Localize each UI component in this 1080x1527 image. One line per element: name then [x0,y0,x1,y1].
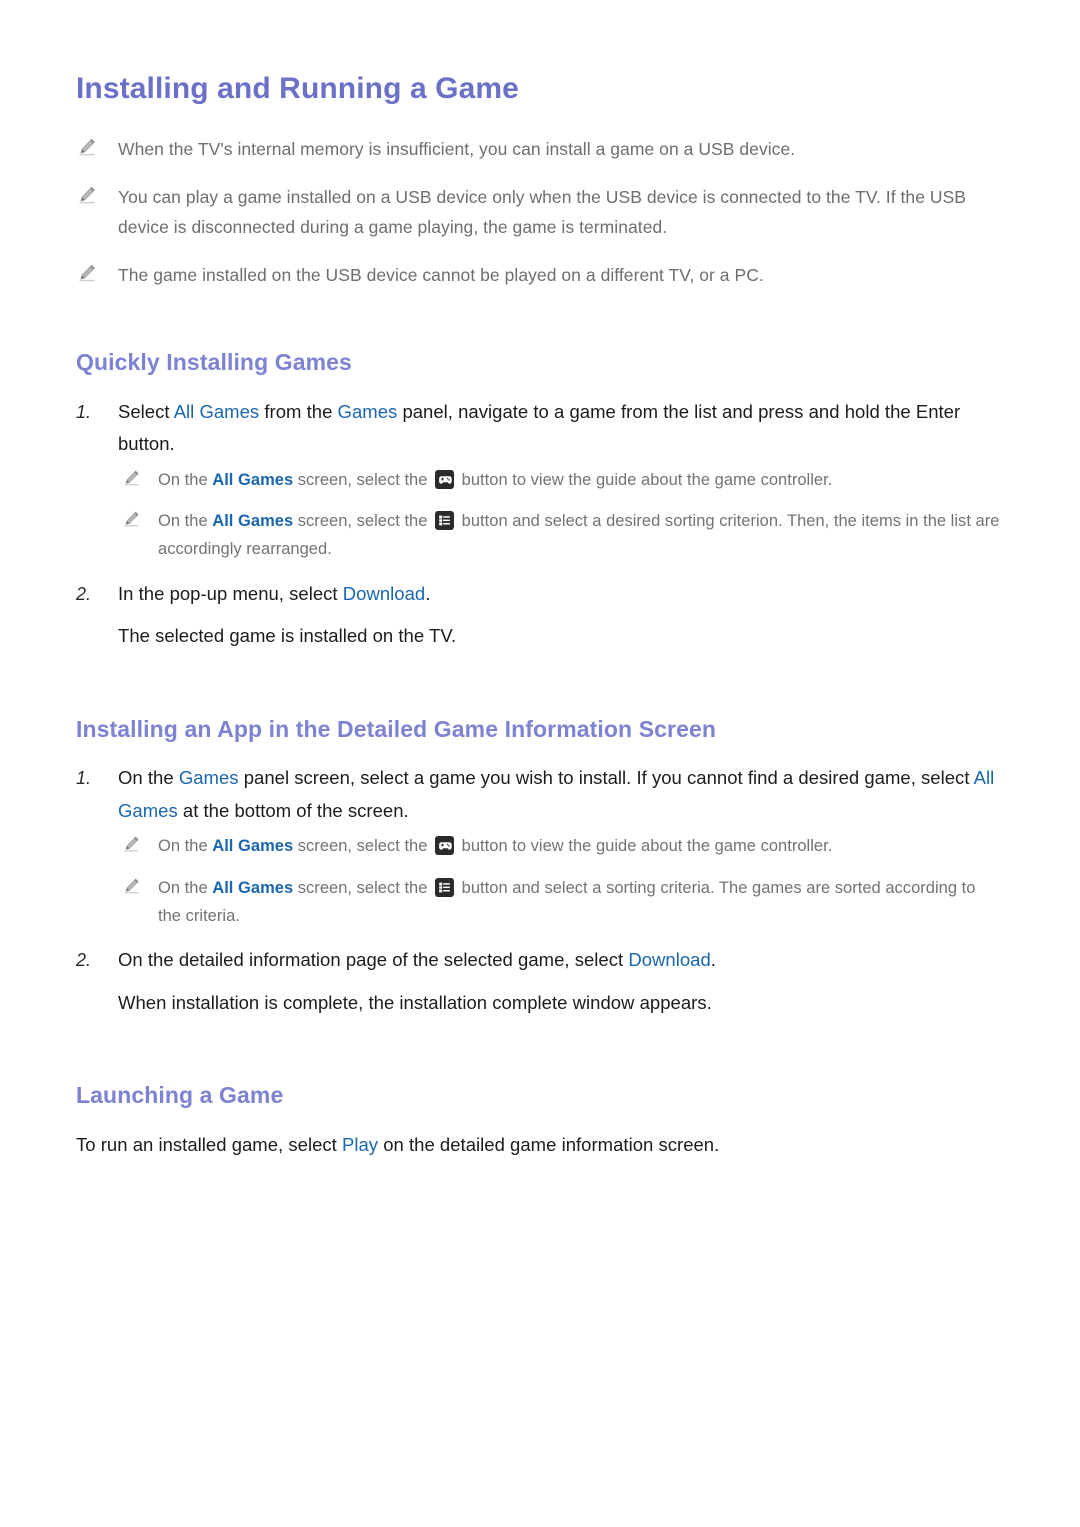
numbered-step: 1. On the Games panel screen, select a ga… [76,762,1000,827]
sub-note-item: On the All Games screen, select the butt… [76,833,1000,861]
page-title: Installing and Running a Game [76,72,519,105]
sub-note-item: On the All Games screen, select the butt… [76,875,1000,930]
section-paragraph: To run an installed game, select Play on… [76,1129,1000,1161]
note-text: The game installed on the USB device can… [118,264,764,285]
pencil-note-icon [122,510,141,528]
pencil-note-icon [76,185,98,205]
inline-link[interactable]: All Games [212,837,293,855]
step-text: Select All Games from the Games panel, n… [118,396,1000,461]
pencil-note-icon [122,877,141,895]
inline-link[interactable]: Download [628,949,710,970]
document-section: Installing an App in the Detailed Game I… [76,715,1000,1020]
inline-link[interactable]: All Games [212,471,293,489]
inline-link[interactable]: Games [179,767,239,788]
text-run: panel screen, select a game you wish to … [238,767,974,789]
gamepad-icon[interactable] [435,469,455,489]
text-run: at the bottom of the screen. [177,799,409,821]
section-heading: Launching a Game [76,1082,284,1109]
pencil-note-icon [76,137,98,157]
sub-note-text: On the All Games screen, select the butt… [158,833,1000,861]
text-run: button to view the guide about the game … [457,837,833,856]
inline-link[interactable]: Download [343,583,425,604]
pencil-note-icon [76,263,98,283]
document-page: Installing and Running a Game When the T… [0,0,1080,1527]
note-item: You can play a game installed on a USB d… [76,182,1000,242]
numbered-step: 2. In the pop-up menu, select Download. [76,578,1000,611]
step-number: 2. [76,950,92,971]
text-run: button to view the guide about the game … [457,470,833,489]
inline-link[interactable]: Games [338,401,398,422]
sort-list-icon[interactable] [435,877,455,897]
text-run: on the detailed game information screen. [378,1134,720,1156]
numbered-step: 1. Select All Games from the Games panel,… [76,396,1000,461]
numbered-step-list: 1. Select All Games from the Games panel,… [76,396,1000,653]
text-run: On the detailed information page of the … [118,949,629,971]
section-heading: Installing an App in the Detailed Game I… [76,715,717,742]
text-run: . [710,949,716,971]
text-run: On the [158,878,213,897]
sort-list-icon[interactable] [435,511,455,531]
step-number: 2. [76,583,92,604]
step-text: In the pop-up menu, select Download. [118,578,1000,610]
note-text: When the TV's internal memory is insuffi… [118,138,796,159]
section-heading: Quickly Installing Games [76,348,352,375]
inline-link[interactable]: All Games [212,879,293,897]
text-run: screen, select the [293,470,433,489]
sub-note-item: On the All Games screen, select the butt… [76,467,1000,495]
sections-container: Quickly Installing Games 1. Select All Gam… [76,348,1000,1162]
text-run: screen, select the [293,512,433,531]
step-text: On the Games panel screen, select a game… [118,762,1000,827]
inline-link[interactable]: Play [342,1134,378,1155]
pencil-note-icon [122,469,141,487]
text-run: screen, select the [293,837,433,856]
numbered-step: 2. On the detailed information page of th… [76,944,1000,977]
text-run: In the pop-up menu, select [118,582,343,604]
text-run: Select [118,400,174,422]
text-run: To run an installed game, select [76,1134,342,1156]
sub-note-text: On the All Games screen, select the butt… [158,508,1000,563]
note-text: You can play a game installed on a USB d… [118,186,967,237]
step-followup-text: When installation is complete, the insta… [118,991,712,1013]
sub-note-text: On the All Games screen, select the butt… [158,875,1000,930]
pencil-note-icon [122,835,141,853]
intro-notes-list: When the TV's internal memory is insuffi… [76,134,1000,290]
text-run: screen, select the [293,878,433,897]
note-item: When the TV's internal memory is insuffi… [76,134,1000,164]
gamepad-icon[interactable] [435,836,455,856]
text-run: On the [118,767,179,789]
step-followup-text: The selected game is installed on the TV… [118,625,457,647]
inline-link[interactable]: All Games [174,401,260,422]
numbered-step-list: 1. On the Games panel screen, select a ga… [76,762,1000,1019]
note-item: The game installed on the USB device can… [76,260,1000,290]
sub-note-item: On the All Games screen, select the butt… [76,508,1000,563]
sub-note-text: On the All Games screen, select the butt… [158,467,1000,495]
text-run: On the [158,837,213,856]
text-run: . [425,582,431,604]
step-number: 1. [76,401,92,422]
inline-link[interactable]: All Games [212,512,293,530]
text-run: On the [158,512,213,531]
document-section: Quickly Installing Games 1. Select All Gam… [76,348,1000,653]
text-run: from the [259,400,338,422]
step-text: On the detailed information page of the … [118,944,1000,976]
text-run: On the [158,470,213,489]
document-section: Launching a Game To run an installed game… [76,1081,1000,1161]
step-number: 1. [76,768,92,789]
